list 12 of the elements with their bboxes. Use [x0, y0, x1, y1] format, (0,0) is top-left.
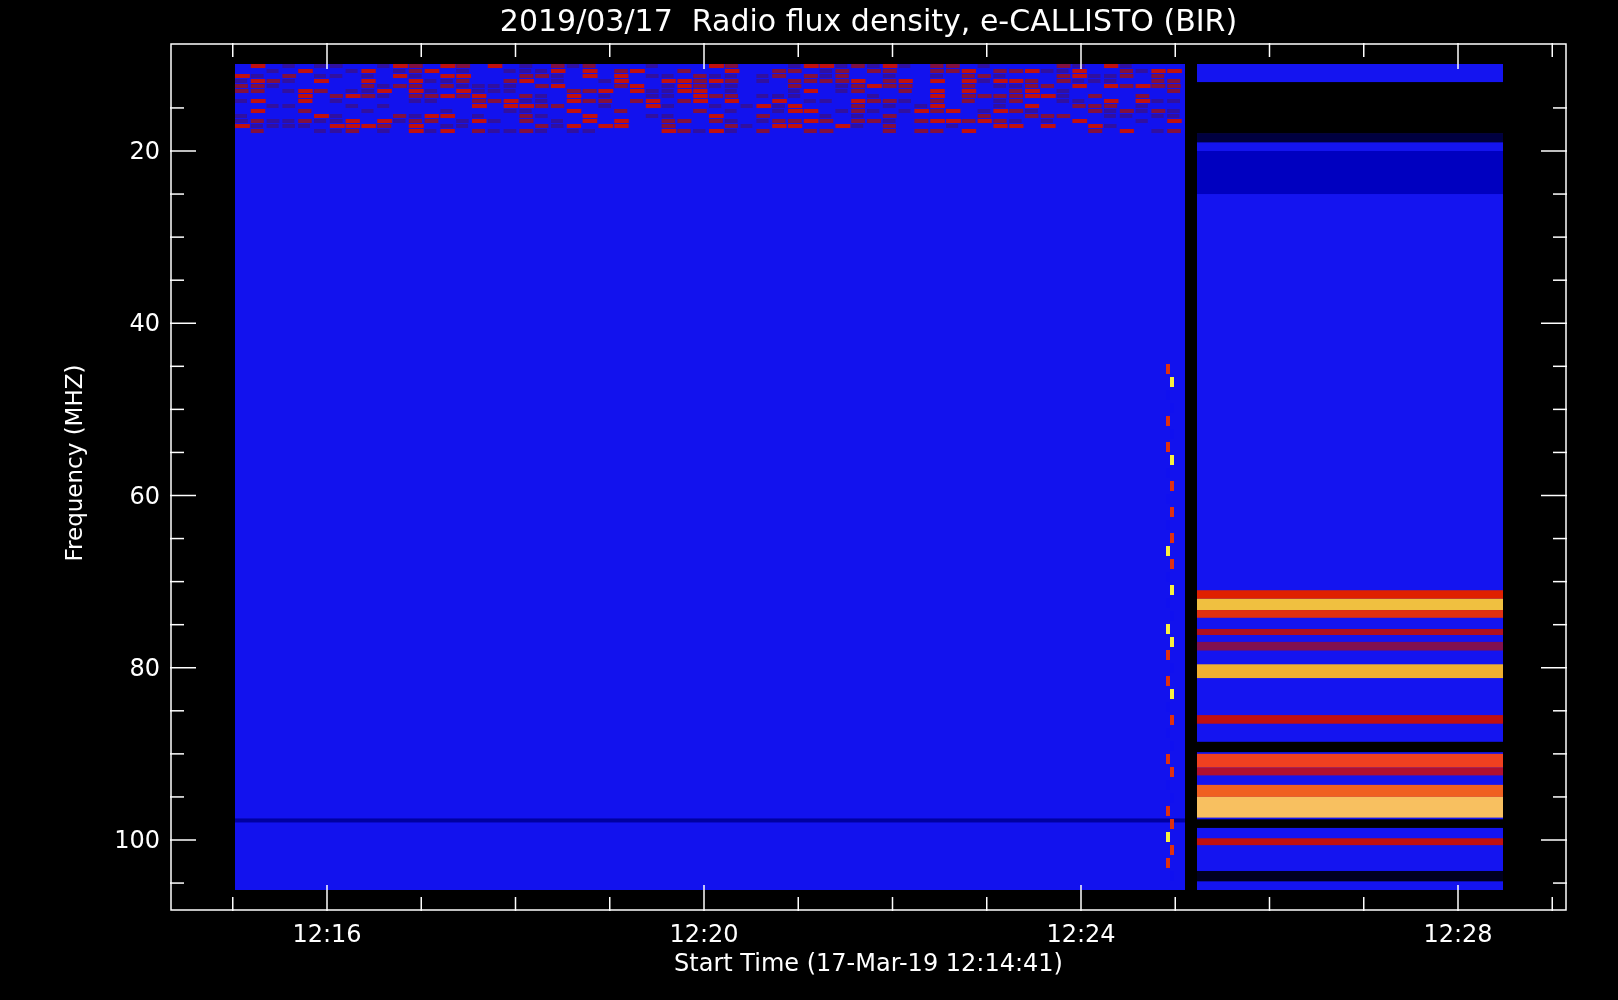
x-tick-label: 12:20 [668, 919, 740, 949]
y-tick-label: 60 [128, 480, 160, 511]
y-tick-label: 80 [128, 652, 160, 683]
y-tick-label: 40 [128, 308, 160, 339]
y-axis-label: Frequency (MHZ) [60, 363, 88, 564]
x-tick-label: 12:28 [1422, 919, 1494, 949]
chart-title: 2019/03/17 Radio flux density, e-CALLISTO (BIR) [498, 2, 1239, 40]
x-tick-label: 12:16 [291, 919, 363, 949]
x-axis-label: Start Time (17-Mar-19 12:14:41) [673, 948, 1064, 978]
x-tick-label: 12:24 [1045, 919, 1117, 949]
y-tick-label: 100 [113, 825, 160, 855]
y-tick-label: 20 [128, 136, 160, 166]
